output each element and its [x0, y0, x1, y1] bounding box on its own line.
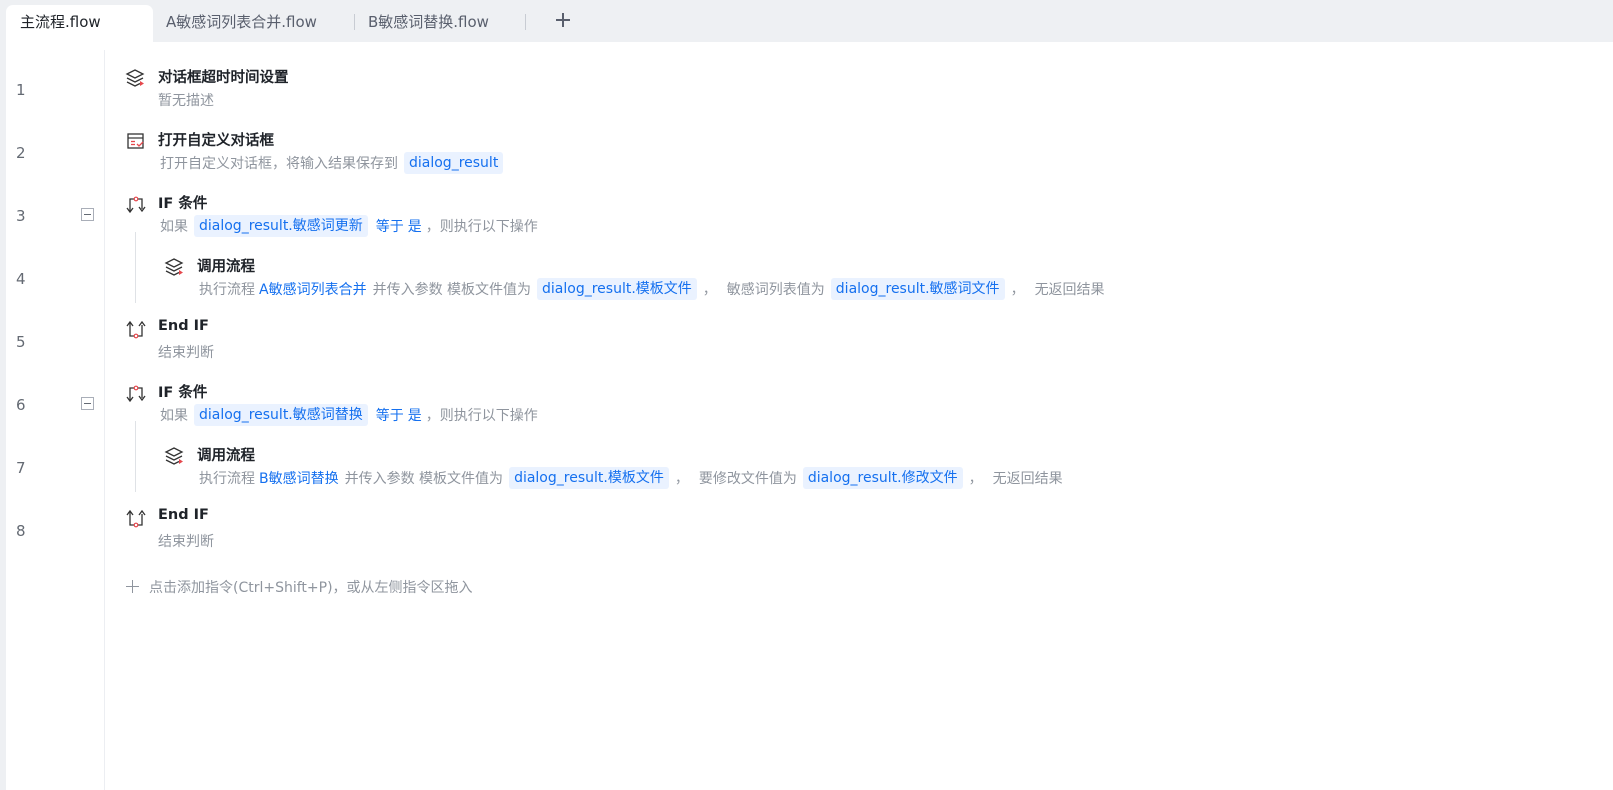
- step-title: 调用流程: [197, 259, 255, 275]
- tab-a-flow[interactable]: A敏感词列表合并.flow: [152, 5, 352, 42]
- tab-b-flow[interactable]: B敏感词替换.flow: [354, 5, 524, 42]
- value-text: 是: [407, 219, 422, 235]
- step-title: IF 条件: [158, 196, 208, 212]
- variable-chip[interactable]: dialog_result.修改文件: [802, 467, 963, 489]
- operator-text: 等于: [375, 408, 404, 424]
- step-title: End IF: [158, 318, 209, 334]
- flow-step-row[interactable]: 2 打开自定义对话框 打开自定义对话框，将输入结果保存到 dialog_resu…: [6, 114, 1613, 177]
- description-text: 敏感词列表值为: [726, 282, 825, 298]
- description-text: 并传入参数 模板文件值为: [344, 471, 504, 487]
- step-description: 如果 dialog_result.敏感词更新 等于 是 ，则执行以下操作: [158, 214, 538, 238]
- step-title: IF 条件: [158, 385, 208, 401]
- line-number: 5: [16, 333, 26, 351]
- tab-main-flow[interactable]: 主流程.flow: [6, 5, 153, 42]
- flow-step-row[interactable]: 6 IF 条件 如果 dialog_result.敏感词替换 等于 是 ，则执行…: [6, 366, 1613, 429]
- variable-chip[interactable]: dialog_result: [404, 152, 504, 174]
- flow-step-row[interactable]: 3 IF 条件 如果 dialog_result.敏感词更新 等于 是 ，则执行…: [6, 177, 1613, 240]
- flow-name-link[interactable]: A敏感词列表合并: [259, 279, 367, 299]
- block-guide-line: [135, 232, 136, 303]
- variable-chip[interactable]: dialog_result.模板文件: [537, 278, 697, 300]
- flow-step-row[interactable]: 7 调用流程 执行流程 B敏感词替换 并传入参数 模板文件值为 dialog_r…: [6, 429, 1613, 492]
- description-text: 如果: [160, 219, 188, 235]
- description-text: 打开自定义对话框，将输入结果保存到: [160, 156, 398, 172]
- line-number: 6: [16, 396, 26, 414]
- line-number: 7: [16, 459, 26, 477]
- plus-icon: [126, 580, 140, 594]
- line-number: 3: [16, 207, 26, 225]
- step-title: 打开自定义对话框: [158, 133, 274, 149]
- flow-editor: 1 对话框超时时间设置 暂无描述 2 打开自定义对话框 打开自定义对话框，将输入…: [6, 42, 1613, 790]
- add-command-hint[interactable]: 点击添加指令(Ctrl+Shift+P)，或从左侧指令区拖入: [126, 577, 473, 597]
- description-text: 无返回结果: [992, 471, 1063, 487]
- if-branch-icon: [126, 385, 146, 403]
- step-description: 执行流程 B敏感词替换 并传入参数 模板文件值为 dialog_result.模…: [197, 466, 1065, 490]
- block-guide-line: [135, 421, 136, 492]
- if-branch-icon: [126, 196, 146, 214]
- description-text: ，则执行以下操作: [425, 219, 538, 235]
- variable-chip[interactable]: dialog_result.敏感词替换: [194, 404, 368, 426]
- description-text: 并传入参数 模板文件值为: [372, 282, 532, 298]
- step-description: 打开自定义对话框，将输入结果保存到 dialog_result: [158, 151, 507, 175]
- step-description: 如果 dialog_result.敏感词替换 等于 是 ，则执行以下操作: [158, 403, 538, 427]
- value-text: 是: [407, 408, 422, 424]
- description-text: ，则执行以下操作: [425, 408, 538, 424]
- variable-chip[interactable]: dialog_result.模板文件: [509, 467, 669, 489]
- operator-text: 等于: [375, 219, 404, 235]
- description-text: 无返回结果: [1034, 282, 1105, 298]
- step-description: 结束判断: [158, 340, 214, 364]
- separator-text: ，: [1010, 282, 1025, 298]
- layers-icon: [125, 69, 145, 87]
- variable-chip[interactable]: dialog_result.敏感词更新: [194, 215, 368, 237]
- description-text: 执行流程: [199, 282, 255, 298]
- flow-step-row[interactable]: 4 调用流程 执行流程 A敏感词列表合并 并传入参数 模板文件值为 dialog…: [6, 240, 1613, 303]
- step-description: 执行流程 A敏感词列表合并 并传入参数 模板文件值为 dialog_result…: [197, 277, 1107, 301]
- flow-step-row[interactable]: 8 End IF 结束判断: [6, 492, 1613, 555]
- step-title: End IF: [158, 507, 209, 523]
- line-number: 8: [16, 522, 26, 540]
- flow-step-row[interactable]: 5 End IF 结束判断: [6, 303, 1613, 366]
- end-if-icon: [126, 509, 146, 528]
- flow-step-row[interactable]: 1 对话框超时时间设置 暂无描述: [6, 51, 1613, 114]
- line-number: 1: [16, 81, 26, 99]
- step-description: 暂无描述: [158, 88, 214, 112]
- description-text: 如果: [160, 408, 188, 424]
- description-text: 暂无描述: [158, 93, 214, 109]
- description-text: 要修改文件值为: [698, 471, 797, 487]
- layers-icon: [164, 258, 184, 276]
- flow-name-link[interactable]: B敏感词替换: [259, 468, 339, 488]
- tab-separator: [525, 14, 526, 30]
- step-description: 结束判断: [158, 529, 214, 553]
- collapse-toggle[interactable]: [81, 397, 94, 410]
- layers-icon: [164, 447, 184, 465]
- separator-text: ，: [674, 471, 689, 487]
- line-number: 2: [16, 144, 26, 162]
- add-command-hint-text: 点击添加指令(Ctrl+Shift+P)，或从左侧指令区拖入: [149, 580, 473, 596]
- description-text: 执行流程: [199, 471, 255, 487]
- description-text: 结束判断: [158, 534, 214, 550]
- add-tab-icon[interactable]: [552, 9, 574, 31]
- collapse-toggle[interactable]: [81, 208, 94, 221]
- description-text: 结束判断: [158, 345, 214, 361]
- dialog-form-icon: [127, 133, 144, 149]
- line-number: 4: [16, 270, 26, 288]
- separator-text: ，: [968, 471, 983, 487]
- end-if-icon: [126, 320, 146, 339]
- step-title: 对话框超时时间设置: [158, 70, 289, 86]
- tab-bar: 主流程.flow A敏感词列表合并.flow B敏感词替换.flow: [0, 0, 1613, 42]
- step-title: 调用流程: [197, 448, 255, 464]
- separator-text: ，: [702, 282, 717, 298]
- variable-chip[interactable]: dialog_result.敏感词文件: [830, 278, 1005, 300]
